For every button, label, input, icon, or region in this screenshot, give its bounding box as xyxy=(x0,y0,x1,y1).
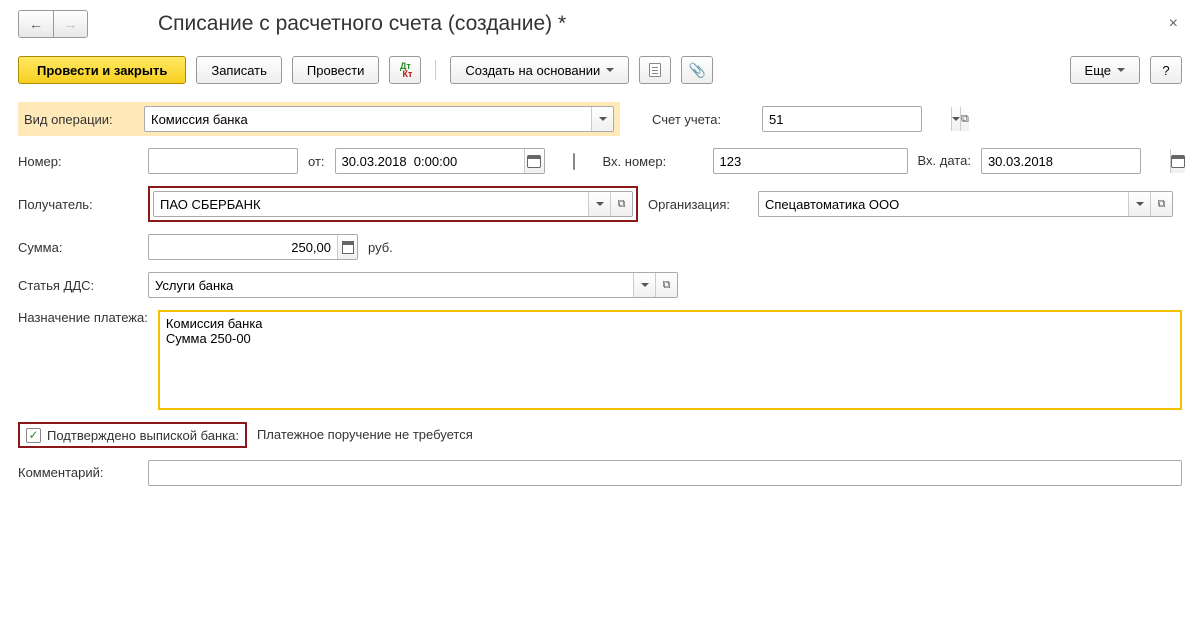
date-input[interactable] xyxy=(336,149,524,173)
operation-type-select[interactable] xyxy=(144,106,614,132)
sum-input[interactable] xyxy=(149,235,337,259)
number-label: Номер: xyxy=(18,154,138,169)
org-label: Организация: xyxy=(648,197,748,212)
paperclip-icon: 📎 xyxy=(689,62,706,79)
document-icon xyxy=(649,63,661,77)
number-field[interactable] xyxy=(148,148,298,174)
in-date-label: Вх. дата: xyxy=(918,155,971,167)
calculator-icon[interactable] xyxy=(337,235,357,259)
dropdown-icon[interactable] xyxy=(591,107,613,131)
open-icon[interactable]: ⧉ xyxy=(1150,192,1172,216)
operation-type-label: Вид операции: xyxy=(24,112,136,127)
from-label: от: xyxy=(308,154,325,169)
calendar-icon[interactable] xyxy=(1170,149,1185,173)
org-input[interactable] xyxy=(759,192,1128,216)
chevron-down-icon xyxy=(1117,68,1125,72)
date-field[interactable] xyxy=(335,148,545,174)
dropdown-icon[interactable] xyxy=(588,192,610,216)
recipient-label: Получатель: xyxy=(18,197,138,212)
recipient-input[interactable] xyxy=(154,192,588,216)
purpose-label: Назначение платежа: xyxy=(18,310,148,326)
nav-history: ← → xyxy=(18,10,88,38)
more-label: Еще xyxy=(1085,63,1111,78)
dropdown-icon[interactable] xyxy=(951,107,960,131)
sum-field[interactable] xyxy=(148,234,358,260)
comment-field[interactable] xyxy=(148,460,1182,486)
dds-select[interactable]: ⧉ xyxy=(148,272,678,298)
confirmed-label: Подтверждено выпиской банка: xyxy=(47,428,239,443)
purpose-textarea[interactable] xyxy=(160,312,1180,408)
more-button[interactable]: Еще xyxy=(1070,56,1140,84)
in-number-label: Вх. номер: xyxy=(603,154,703,169)
in-number-field[interactable] xyxy=(713,148,908,174)
page-title: Списание с расчетного счета (создание) * xyxy=(158,12,566,36)
create-based-on-button[interactable]: Создать на основании xyxy=(450,56,629,84)
purpose-highlight xyxy=(158,310,1182,410)
chevron-down-icon xyxy=(606,68,614,72)
close-icon[interactable]: × xyxy=(1165,11,1182,37)
comment-label: Комментарий: xyxy=(18,465,138,480)
in-number-input[interactable] xyxy=(714,149,907,173)
post-button[interactable]: Провести xyxy=(292,56,380,84)
help-button[interactable]: ? xyxy=(1150,56,1182,84)
dds-label: Статья ДДС: xyxy=(18,278,138,293)
post-and-close-button[interactable]: Провести и закрыть xyxy=(18,56,186,84)
document-icon-button[interactable] xyxy=(639,56,671,84)
recipient-highlight: ⧉ xyxy=(148,186,638,222)
org-select[interactable]: ⧉ xyxy=(758,191,1173,217)
currency-label: руб. xyxy=(368,240,393,255)
in-date-input[interactable] xyxy=(982,149,1170,173)
comment-input[interactable] xyxy=(149,461,1181,485)
account-input[interactable] xyxy=(763,107,951,131)
nav-forward-button[interactable]: → xyxy=(53,11,87,37)
in-date-field[interactable] xyxy=(981,148,1141,174)
open-icon[interactable]: ⧉ xyxy=(655,273,677,297)
dropdown-icon[interactable] xyxy=(1128,192,1150,216)
create-based-label: Создать на основании xyxy=(465,63,600,78)
calendar-icon[interactable] xyxy=(524,149,544,173)
operation-type-input[interactable] xyxy=(145,107,591,131)
dtkt-button[interactable]: ДтКт xyxy=(389,56,421,84)
save-button[interactable]: Записать xyxy=(196,56,282,84)
confirmed-highlight: ✓ Подтверждено выпиской банка: xyxy=(18,422,247,448)
open-icon[interactable]: ⧉ xyxy=(960,107,969,131)
confirmed-checkbox[interactable]: ✓ xyxy=(26,428,41,443)
attachment-button[interactable]: 📎 xyxy=(681,56,713,84)
nav-back-button[interactable]: ← xyxy=(19,11,53,37)
dds-input[interactable] xyxy=(149,273,633,297)
open-icon[interactable]: ⧉ xyxy=(610,192,632,216)
doc-status-icon xyxy=(573,154,575,169)
operation-type-highlight: Вид операции: xyxy=(18,102,620,136)
account-select[interactable]: ⧉ xyxy=(762,106,922,132)
sum-label: Сумма: xyxy=(18,240,138,255)
payment-order-note: Платежное поручение не требуется xyxy=(257,427,473,442)
dtkt-icon: ДтКт xyxy=(398,62,412,78)
dropdown-icon[interactable] xyxy=(633,273,655,297)
account-label: Счет учета: xyxy=(652,112,752,127)
recipient-select[interactable]: ⧉ xyxy=(153,191,633,217)
toolbar-separator xyxy=(435,60,436,80)
